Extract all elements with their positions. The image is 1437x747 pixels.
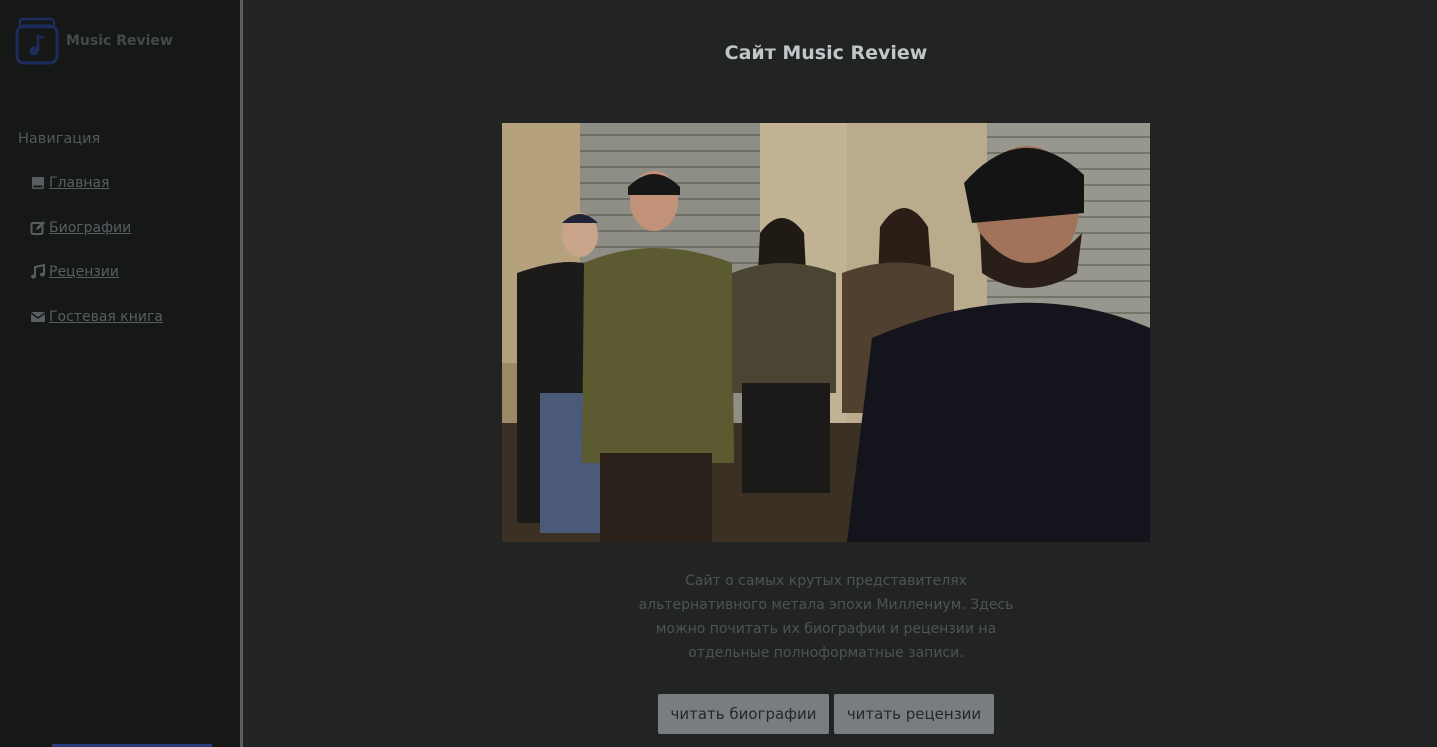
band-photo [502,123,1150,542]
book-icon [32,177,44,189]
nav-item-home[interactable]: Главная [30,173,163,193]
read-reviews-button[interactable]: читать рецензии [834,694,994,734]
envelope-icon [30,312,46,323]
music-note-icon [31,264,45,279]
site-description: Сайт о самых крутых представителях альте… [638,573,1014,661]
page-title: Сайт Music Review [724,42,928,64]
brand[interactable]: Music Review [14,16,173,66]
nav-item-biographies[interactable]: Биографии [30,218,163,238]
edit-icon [30,220,45,235]
nav-link-reviews[interactable]: Рецензии [49,264,119,280]
sidebar: Music Review Навигация Главная Биографии [0,0,240,747]
nav-heading: Навигация [18,131,101,147]
nav-list: Главная Биографии Рецензии Гостевая книг… [30,173,163,352]
nav-item-guestbook[interactable]: Гостевая книга [30,307,163,327]
nav-item-reviews[interactable]: Рецензии [30,262,163,282]
app-root: Music Review Навигация Главная Биографии [0,0,1437,747]
music-box-logo [15,17,59,65]
nav-link-guestbook[interactable]: Гостевая книга [49,309,163,325]
brand-name: Music Review [66,33,173,49]
main-content: Сайт Music Review Сайт о самых крутых пр… [243,0,1437,747]
nav-link-biographies[interactable]: Биографии [49,220,131,236]
nav-link-home[interactable]: Главная [49,175,109,191]
read-biographies-button[interactable]: читать биографии [658,694,829,734]
